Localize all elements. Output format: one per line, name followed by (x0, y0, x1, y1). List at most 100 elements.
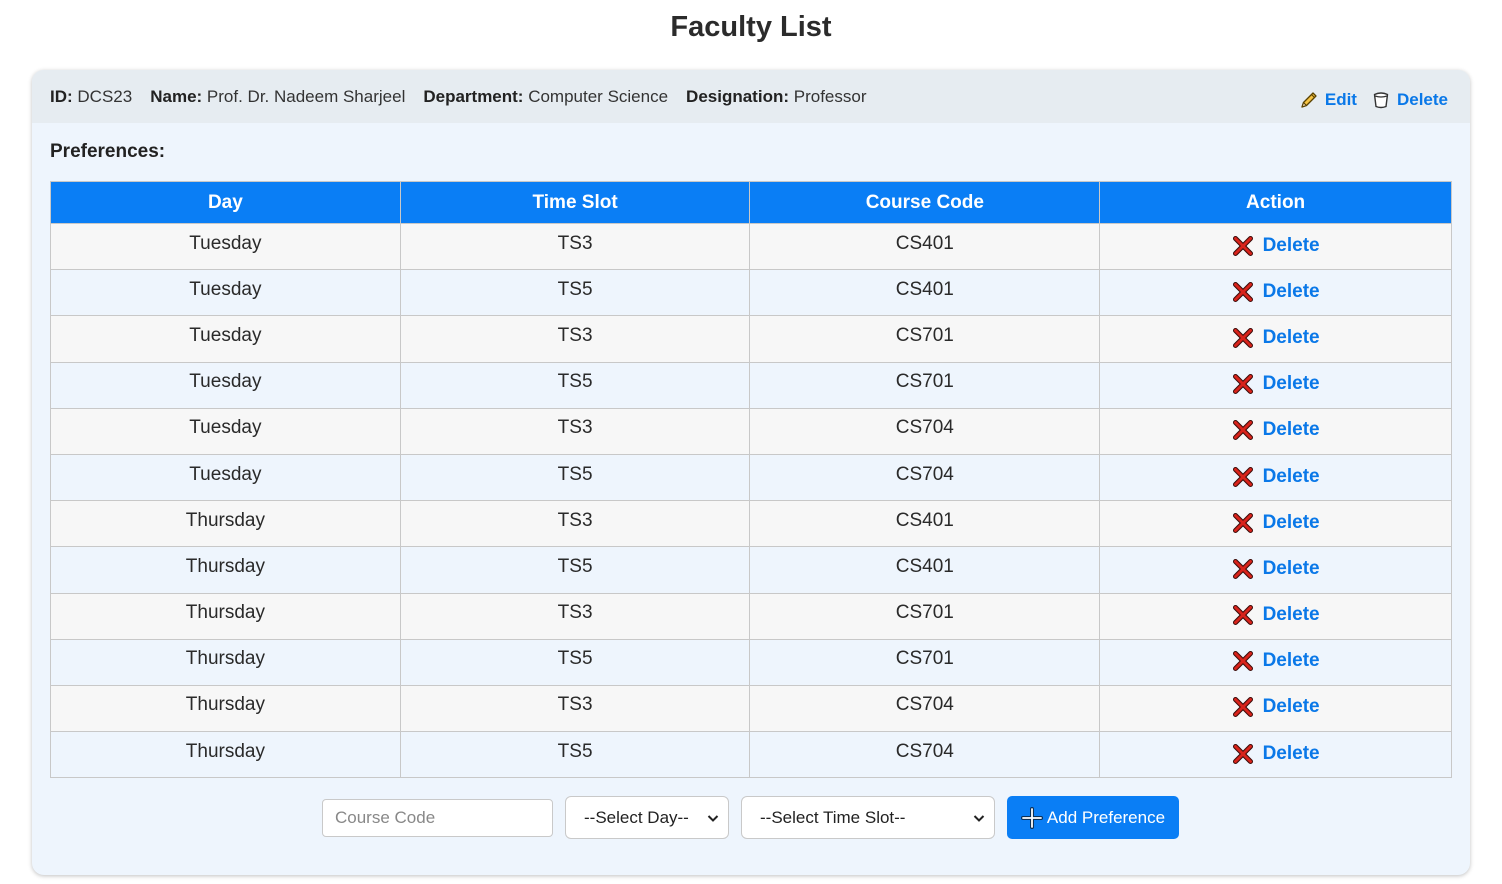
column-header-course-code: Course Code (749, 181, 1101, 224)
cross-icon (1232, 374, 1253, 395)
delete-faculty-button[interactable]: Delete (1371, 90, 1448, 110)
faculty-actions: Edit Delete (1299, 90, 1448, 110)
delete-preference-button[interactable]: Delete (1232, 512, 1320, 534)
cell-action: Delete (1099, 407, 1452, 455)
cross-icon (1232, 420, 1253, 441)
cell-action: Delete (1099, 222, 1452, 271)
cell-course-code: CS701 (749, 361, 1101, 409)
cell-time-slot: TS3 (399, 592, 751, 640)
faculty-name: Name: Prof. Dr. Nadeem Sharjeel (150, 87, 405, 107)
cell-action: Delete (1099, 638, 1452, 686)
cell-day: Tuesday (50, 222, 401, 271)
chevron-down-icon (707, 814, 719, 822)
cell-time-slot: TS3 (399, 500, 751, 548)
cell-time-slot: TS5 (399, 453, 751, 502)
cell-action: Delete (1099, 269, 1452, 317)
add-preference-button[interactable]: Add Preference (1007, 796, 1179, 839)
column-header-day: Day (50, 181, 401, 224)
cross-icon (1232, 651, 1253, 672)
faculty-department: Department: Computer Science (423, 87, 668, 107)
cell-day: Tuesday (50, 407, 401, 455)
table-row: Thursday TS3 CS701 Delete (50, 592, 1452, 640)
faculty-name-value: Prof. Dr. Nadeem Sharjeel (206, 86, 406, 106)
delete-preference-button[interactable]: Delete (1232, 327, 1320, 349)
cross-icon (1232, 466, 1253, 487)
delete-preference-label: Delete (1262, 511, 1320, 533)
day-select[interactable]: --Select Day-- (565, 796, 729, 839)
cell-course-code: CS704 (749, 453, 1101, 502)
delete-preference-button[interactable]: Delete (1232, 281, 1320, 303)
column-header-time-slot: Time Slot (399, 181, 751, 224)
trash-icon (1373, 91, 1389, 108)
faculty-designation-value: Professor (793, 86, 867, 106)
cross-icon (1232, 235, 1253, 256)
cell-time-slot: TS5 (399, 361, 751, 409)
faculty-id-value: DCS23 (77, 86, 133, 106)
cross-icon (1232, 697, 1253, 718)
cell-course-code: CS401 (749, 222, 1101, 271)
table-header-row: Day Time Slot Course Code Action (50, 181, 1452, 224)
cell-action: Delete (1099, 592, 1452, 640)
delete-preference-button[interactable]: Delete (1232, 650, 1320, 672)
faculty-header: ID: DCS23 Name: Prof. Dr. Nadeem Sharjee… (32, 70, 1470, 123)
delete-preference-button[interactable]: Delete (1232, 419, 1320, 441)
delete-preference-button[interactable]: Delete (1232, 466, 1320, 488)
preferences-table: Day Time Slot Course Code Action Tuesday… (50, 181, 1452, 779)
day-select-value: --Select Day-- (584, 807, 689, 827)
cross-icon (1232, 605, 1253, 626)
cell-action: Delete (1099, 684, 1452, 733)
page-title: Faculty List (670, 11, 832, 43)
table-row: Tuesday TS3 CS701 Delete (50, 315, 1452, 363)
preferences-heading: Preferences: (50, 141, 166, 162)
cross-icon (1232, 558, 1253, 579)
cell-course-code: CS401 (749, 500, 1101, 548)
delete-preference-button[interactable]: Delete (1232, 235, 1320, 257)
cell-course-code: CS704 (749, 731, 1101, 779)
faculty-card: ID: DCS23 Name: Prof. Dr. Nadeem Sharjee… (32, 70, 1470, 875)
faculty-designation: Designation: Professor (686, 87, 866, 107)
cell-action: Delete (1099, 731, 1452, 779)
cross-icon (1232, 327, 1253, 348)
cell-time-slot: TS5 (399, 546, 751, 594)
delete-preference-label: Delete (1262, 650, 1320, 672)
add-preference-label: Add Preference (1046, 807, 1166, 827)
course-code-input[interactable] (322, 798, 553, 837)
cell-time-slot: TS3 (399, 222, 751, 271)
delete-preference-button[interactable]: Delete (1232, 743, 1320, 765)
delete-preference-label: Delete (1262, 604, 1320, 626)
cell-course-code: CS401 (749, 269, 1101, 317)
table-row: Thursday TS3 CS704 Delete (50, 684, 1452, 733)
faculty-id-label: ID: (50, 86, 73, 106)
cell-day: Thursday (50, 500, 401, 548)
cell-course-code: CS704 (749, 684, 1101, 733)
time-slot-select[interactable]: --Select Time Slot-- (741, 796, 995, 839)
delete-preference-button[interactable]: Delete (1232, 558, 1320, 580)
pencil-icon (1301, 91, 1317, 108)
cell-day: Tuesday (50, 315, 401, 363)
cell-action: Delete (1099, 361, 1452, 409)
delete-preference-button[interactable]: Delete (1232, 696, 1320, 718)
faculty-department-label: Department: (423, 86, 524, 106)
delete-preference-label: Delete (1262, 373, 1320, 395)
cell-course-code: CS701 (749, 638, 1101, 686)
cell-time-slot: TS3 (399, 684, 751, 733)
faculty-designation-label: Designation: (686, 86, 789, 106)
cell-time-slot: TS5 (399, 731, 751, 779)
cell-day: Tuesday (50, 269, 401, 317)
cross-icon (1232, 743, 1253, 764)
cell-day: Thursday (50, 546, 401, 594)
cell-day: Thursday (50, 731, 401, 779)
table-row: Thursday TS3 CS401 Delete (50, 500, 1452, 548)
preferences-table-body: Tuesday TS3 CS401 Delete Tuesday TS5 CS401 Dele… (50, 222, 1452, 779)
cell-course-code: CS701 (749, 592, 1101, 640)
delete-preference-button[interactable]: Delete (1232, 604, 1320, 626)
edit-faculty-button[interactable]: Edit (1299, 90, 1357, 110)
cell-day: Thursday (50, 592, 401, 640)
table-row: Tuesday TS5 CS704 Delete (50, 453, 1452, 502)
cell-time-slot: TS3 (399, 407, 751, 455)
delete-preference-button[interactable]: Delete (1232, 373, 1320, 395)
delete-preference-label: Delete (1262, 234, 1320, 256)
table-row: Tuesday TS5 CS701 Delete (50, 361, 1452, 409)
add-preference-form: --Select Day-- --Select Time Slot-- Add … (322, 796, 1179, 839)
cell-action: Delete (1099, 453, 1452, 502)
